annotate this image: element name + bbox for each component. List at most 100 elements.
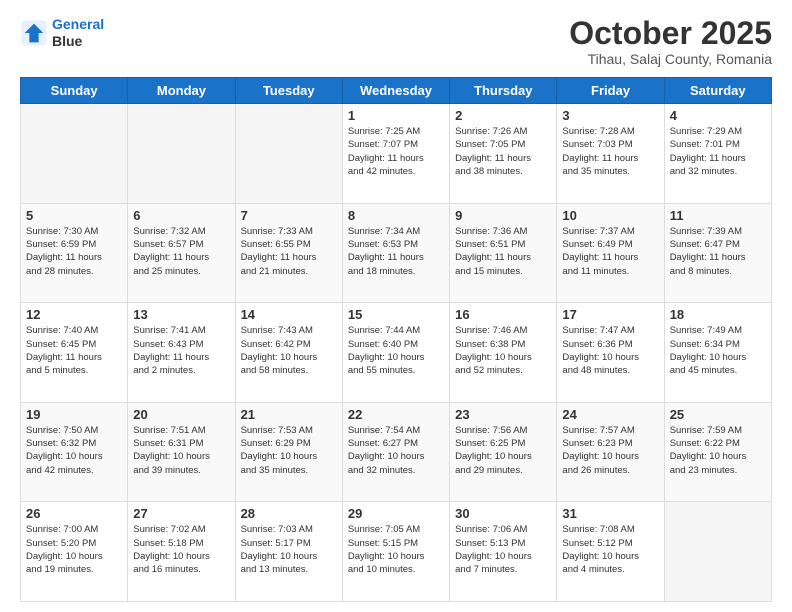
- table-row: 24 Sunrise: 7:57 AM Sunset: 6:23 PM Dayli…: [557, 402, 664, 502]
- day-info: Sunrise: 7:29 AM Sunset: 7:01 PM Dayligh…: [670, 125, 766, 178]
- table-row: 6Sunrise: 7:32 AM Sunset: 6:57 PM Daylig…: [128, 203, 235, 303]
- day-number: 3: [562, 108, 658, 123]
- table-row: 20 Sunrise: 7:51 AM Sunset: 6:31 PM Dayli…: [128, 402, 235, 502]
- col-wednesday: Wednesday: [342, 78, 449, 104]
- day-info: Sunrise: 7:50 AM Sunset: 6:32 PM Dayligh…: [26, 424, 122, 477]
- table-row: 4 Sunrise: 7:29 AM Sunset: 7:01 PM Daylig…: [664, 104, 771, 204]
- table-row: 18Sunrise: 7:49 AM Sunset: 6:34 PM Dayli…: [664, 303, 771, 403]
- table-row: [21, 104, 128, 204]
- calendar-header-row: Sunday Monday Tuesday Wednesday Thursday…: [21, 78, 772, 104]
- day-info: Sunrise: 7:02 AM Sunset: 5:18 PM Dayligh…: [133, 523, 229, 576]
- day-number: 2: [455, 108, 551, 123]
- day-number: 25: [670, 407, 766, 422]
- table-row: 21 Sunrise: 7:53 AM Sunset: 6:29 PM Dayli…: [235, 402, 342, 502]
- day-info: Sunrise: 7:51 AM Sunset: 6:31 PM Dayligh…: [133, 424, 229, 477]
- day-number: 23: [455, 407, 551, 422]
- day-number: 13: [133, 307, 229, 322]
- col-friday: Friday: [557, 78, 664, 104]
- day-number: 29: [348, 506, 444, 521]
- table-row: 27Sunrise: 7:02 AM Sunset: 5:18 PM Dayli…: [128, 502, 235, 602]
- table-row: 28Sunrise: 7:03 AM Sunset: 5:17 PM Dayli…: [235, 502, 342, 602]
- header: General Blue October 2025 Tihau, Salaj C…: [20, 16, 772, 67]
- location-subtitle: Tihau, Salaj County, Romania: [569, 51, 772, 67]
- day-number: 7: [241, 208, 337, 223]
- day-number: 21: [241, 407, 337, 422]
- table-row: 22 Sunrise: 7:54 AM Sunset: 6:27 PM Dayli…: [342, 402, 449, 502]
- day-number: 22: [348, 407, 444, 422]
- day-info: Sunrise: 7:32 AM Sunset: 6:57 PM Dayligh…: [133, 225, 229, 278]
- day-info: Sunrise: 7:26 AM Sunset: 7:05 PM Dayligh…: [455, 125, 551, 178]
- table-row: [235, 104, 342, 204]
- table-row: 14Sunrise: 7:43 AM Sunset: 6:42 PM Dayli…: [235, 303, 342, 403]
- table-row: 8Sunrise: 7:34 AM Sunset: 6:53 PM Daylig…: [342, 203, 449, 303]
- day-info: Sunrise: 7:06 AM Sunset: 5:13 PM Dayligh…: [455, 523, 551, 576]
- calendar-table: Sunday Monday Tuesday Wednesday Thursday…: [20, 77, 772, 602]
- logo-icon: [20, 19, 48, 47]
- col-thursday: Thursday: [450, 78, 557, 104]
- table-row: 30 Sunrise: 7:06 AM Sunset: 5:13 PM Dayli…: [450, 502, 557, 602]
- day-info: Sunrise: 7:33 AM Sunset: 6:55 PM Dayligh…: [241, 225, 337, 278]
- calendar-week-row: 5 Sunrise: 7:30 AM Sunset: 6:59 PM Daylig…: [21, 203, 772, 303]
- title-block: October 2025 Tihau, Salaj County, Romani…: [569, 16, 772, 67]
- table-row: 10 Sunrise: 7:37 AM Sunset: 6:49 PM Dayli…: [557, 203, 664, 303]
- table-row: 5 Sunrise: 7:30 AM Sunset: 6:59 PM Daylig…: [21, 203, 128, 303]
- day-info: Sunrise: 7:08 AM Sunset: 5:12 PM Dayligh…: [562, 523, 658, 576]
- day-number: 30: [455, 506, 551, 521]
- col-saturday: Saturday: [664, 78, 771, 104]
- table-row: 3Sunrise: 7:28 AM Sunset: 7:03 PM Daylig…: [557, 104, 664, 204]
- col-monday: Monday: [128, 78, 235, 104]
- table-row: 17 Sunrise: 7:47 AM Sunset: 6:36 PM Dayli…: [557, 303, 664, 403]
- day-info: Sunrise: 7:47 AM Sunset: 6:36 PM Dayligh…: [562, 324, 658, 377]
- day-info: Sunrise: 7:54 AM Sunset: 6:27 PM Dayligh…: [348, 424, 444, 477]
- table-row: 23 Sunrise: 7:56 AM Sunset: 6:25 PM Dayli…: [450, 402, 557, 502]
- day-info: Sunrise: 7:05 AM Sunset: 5:15 PM Dayligh…: [348, 523, 444, 576]
- day-number: 31: [562, 506, 658, 521]
- page: General Blue October 2025 Tihau, Salaj C…: [0, 0, 792, 612]
- day-info: Sunrise: 7:36 AM Sunset: 6:51 PM Dayligh…: [455, 225, 551, 278]
- calendar-week-row: 1 Sunrise: 7:25 AM Sunset: 7:07 PM Daylig…: [21, 104, 772, 204]
- day-number: 26: [26, 506, 122, 521]
- day-number: 14: [241, 307, 337, 322]
- table-row: 7 Sunrise: 7:33 AM Sunset: 6:55 PM Daylig…: [235, 203, 342, 303]
- table-row: [128, 104, 235, 204]
- day-info: Sunrise: 7:59 AM Sunset: 6:22 PM Dayligh…: [670, 424, 766, 477]
- day-info: Sunrise: 7:53 AM Sunset: 6:29 PM Dayligh…: [241, 424, 337, 477]
- day-number: 5: [26, 208, 122, 223]
- day-info: Sunrise: 7:30 AM Sunset: 6:59 PM Dayligh…: [26, 225, 122, 278]
- day-info: Sunrise: 7:41 AM Sunset: 6:43 PM Dayligh…: [133, 324, 229, 377]
- day-number: 16: [455, 307, 551, 322]
- logo-line1: General: [52, 16, 104, 32]
- logo-text: General Blue: [52, 16, 104, 50]
- day-info: Sunrise: 7:40 AM Sunset: 6:45 PM Dayligh…: [26, 324, 122, 377]
- day-number: 17: [562, 307, 658, 322]
- day-info: Sunrise: 7:37 AM Sunset: 6:49 PM Dayligh…: [562, 225, 658, 278]
- day-number: 8: [348, 208, 444, 223]
- day-info: Sunrise: 7:25 AM Sunset: 7:07 PM Dayligh…: [348, 125, 444, 178]
- day-number: 4: [670, 108, 766, 123]
- day-number: 15: [348, 307, 444, 322]
- table-row: 19Sunrise: 7:50 AM Sunset: 6:32 PM Dayli…: [21, 402, 128, 502]
- day-number: 10: [562, 208, 658, 223]
- table-row: 11Sunrise: 7:39 AM Sunset: 6:47 PM Dayli…: [664, 203, 771, 303]
- day-info: Sunrise: 7:57 AM Sunset: 6:23 PM Dayligh…: [562, 424, 658, 477]
- day-number: 20: [133, 407, 229, 422]
- day-info: Sunrise: 7:46 AM Sunset: 6:38 PM Dayligh…: [455, 324, 551, 377]
- day-info: Sunrise: 7:56 AM Sunset: 6:25 PM Dayligh…: [455, 424, 551, 477]
- col-tuesday: Tuesday: [235, 78, 342, 104]
- day-number: 9: [455, 208, 551, 223]
- table-row: 31 Sunrise: 7:08 AM Sunset: 5:12 PM Dayli…: [557, 502, 664, 602]
- day-number: 24: [562, 407, 658, 422]
- day-number: 1: [348, 108, 444, 123]
- logo: General Blue: [20, 16, 104, 50]
- table-row: 29 Sunrise: 7:05 AM Sunset: 5:15 PM Dayli…: [342, 502, 449, 602]
- table-row: 26Sunrise: 7:00 AM Sunset: 5:20 PM Dayli…: [21, 502, 128, 602]
- day-info: Sunrise: 7:39 AM Sunset: 6:47 PM Dayligh…: [670, 225, 766, 278]
- day-info: Sunrise: 7:49 AM Sunset: 6:34 PM Dayligh…: [670, 324, 766, 377]
- calendar-week-row: 19Sunrise: 7:50 AM Sunset: 6:32 PM Dayli…: [21, 402, 772, 502]
- table-row: 25 Sunrise: 7:59 AM Sunset: 6:22 PM Dayli…: [664, 402, 771, 502]
- table-row: 2 Sunrise: 7:26 AM Sunset: 7:05 PM Daylig…: [450, 104, 557, 204]
- day-info: Sunrise: 7:44 AM Sunset: 6:40 PM Dayligh…: [348, 324, 444, 377]
- table-row: 16 Sunrise: 7:46 AM Sunset: 6:38 PM Dayli…: [450, 303, 557, 403]
- table-row: [664, 502, 771, 602]
- table-row: 13 Sunrise: 7:41 AM Sunset: 6:43 PM Dayli…: [128, 303, 235, 403]
